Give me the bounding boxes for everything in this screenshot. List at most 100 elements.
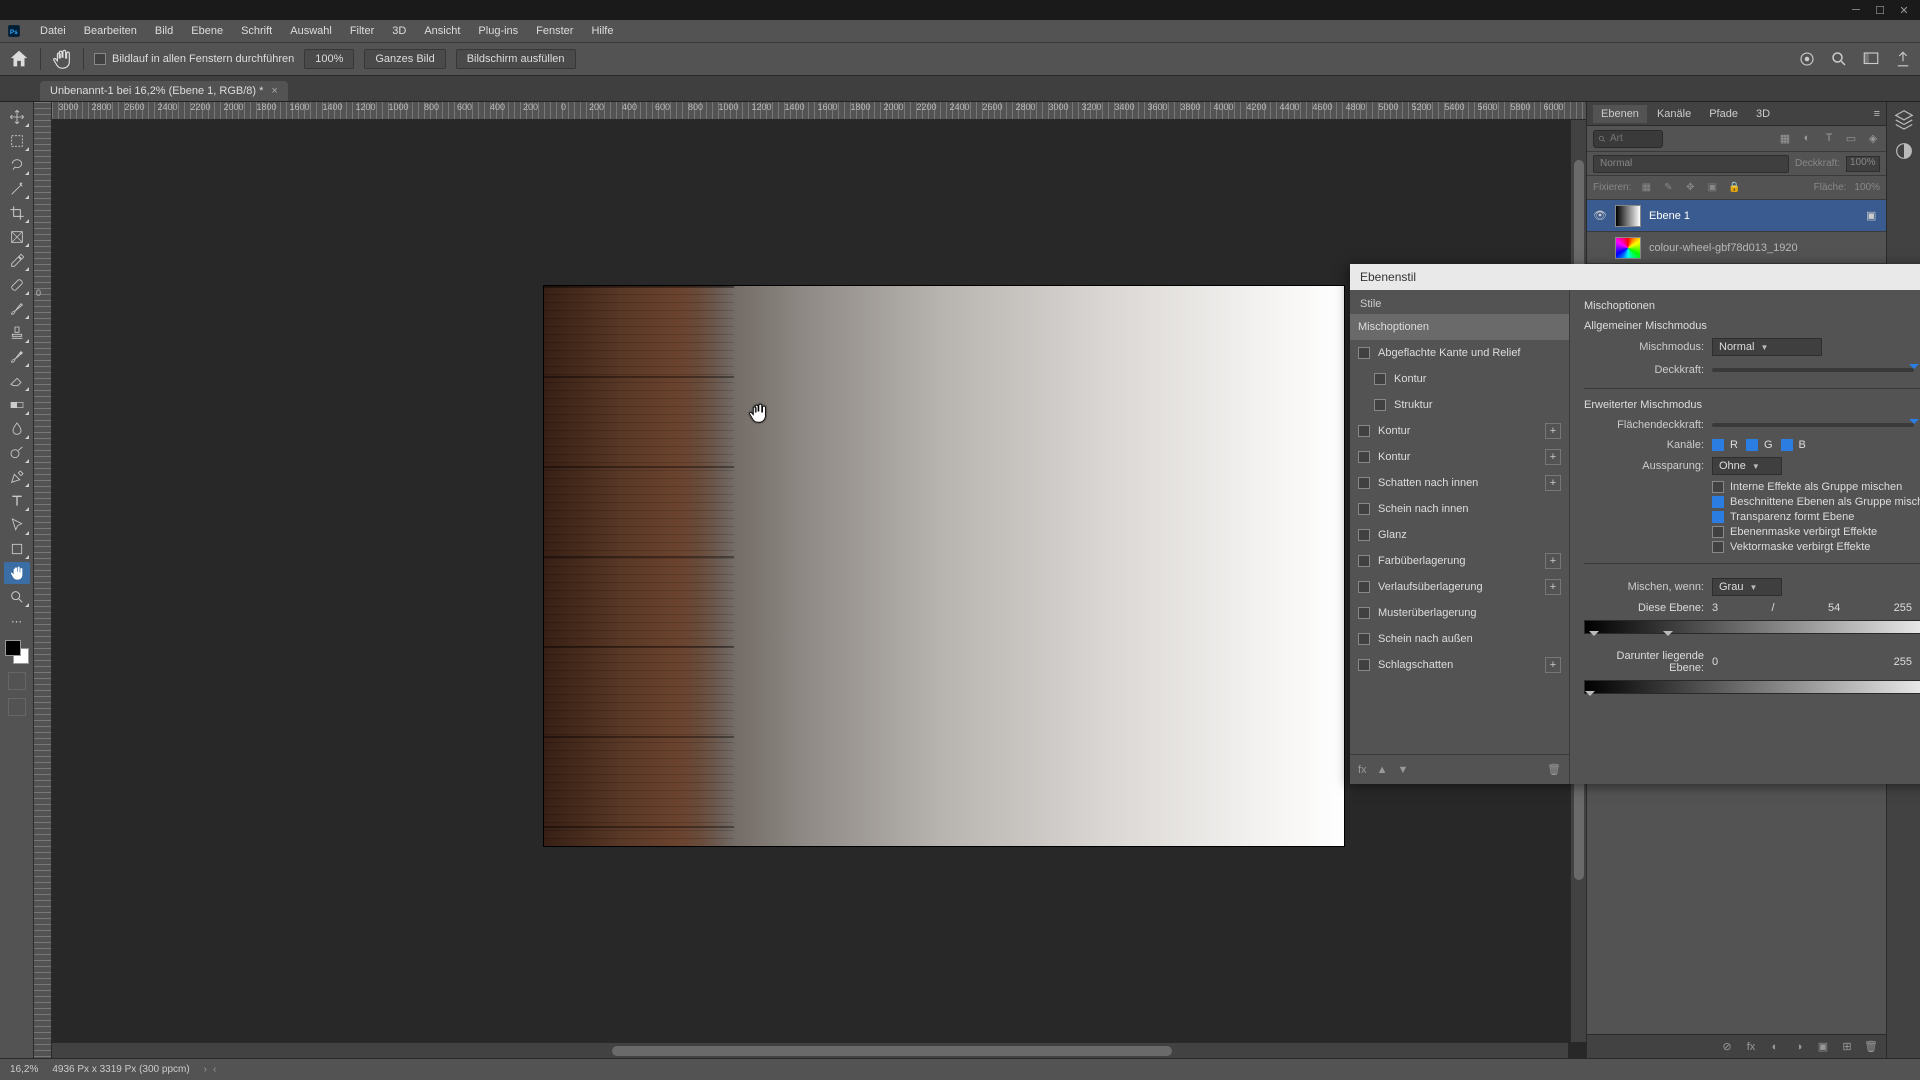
status-info[interactable]: 4936 Px x 3319 Px (300 ppcm) xyxy=(52,1064,189,1075)
tab-kanaele[interactable]: Kanäle xyxy=(1649,105,1699,123)
menu-hilfe[interactable]: Hilfe xyxy=(583,23,621,39)
channel-b-checkbox[interactable]: B xyxy=(1781,439,1806,451)
add-effect-icon[interactable]: + xyxy=(1545,553,1561,569)
opacity-slider[interactable] xyxy=(1712,368,1914,372)
path-select-tool[interactable] xyxy=(4,514,30,536)
blur-tool[interactable] xyxy=(4,418,30,440)
menu-bild[interactable]: Bild xyxy=(147,23,181,39)
window-close-button[interactable]: ✕ xyxy=(1894,3,1914,17)
checkbox-icon[interactable] xyxy=(1374,373,1386,385)
window-maximize-button[interactable]: ☐ xyxy=(1870,3,1890,17)
blend-mode-select[interactable]: Normal xyxy=(1593,155,1789,173)
style-row[interactable]: Verlaufsüberlagerung+ xyxy=(1350,574,1569,600)
document-tab[interactable]: Unbenannt-1 bei 16,2% (Ebene 1, RGB/8) *… xyxy=(40,81,288,101)
add-effect-icon[interactable]: + xyxy=(1545,475,1561,491)
cloud-docs-icon[interactable] xyxy=(1798,50,1816,68)
add-effect-icon[interactable]: + xyxy=(1545,579,1561,595)
move-down-icon[interactable]: ▼ xyxy=(1397,764,1408,776)
advanced-option-checkbox[interactable]: Ebenenmaske verbirgt Effekte xyxy=(1712,526,1920,538)
layer-search-input[interactable] xyxy=(1610,133,1658,144)
style-row[interactable]: Musterüberlagerung xyxy=(1350,600,1569,626)
checkbox-icon[interactable] xyxy=(1358,477,1370,489)
knockout-select[interactable]: Ohne ▼ xyxy=(1712,457,1782,475)
checkbox-icon[interactable] xyxy=(1358,529,1370,541)
fill-screen-button[interactable]: Bildschirm ausfüllen xyxy=(456,49,576,69)
checkbox-icon[interactable] xyxy=(1374,399,1386,411)
channel-g-checkbox[interactable]: G xyxy=(1746,439,1773,451)
add-effect-icon[interactable]: + xyxy=(1545,657,1561,673)
style-row[interactable]: Mischoptionen xyxy=(1350,314,1569,340)
checkbox-icon[interactable] xyxy=(1358,451,1370,463)
chevron-left-icon[interactable]: ‹ xyxy=(213,1064,216,1075)
layer-mask-icon[interactable]: ◐ xyxy=(1768,1041,1782,1053)
status-zoom[interactable]: 16,2% xyxy=(10,1064,38,1075)
filter-pixel-icon[interactable]: ▦ xyxy=(1778,132,1792,145)
type-tool[interactable] xyxy=(4,490,30,512)
lock-paint-icon[interactable]: ✎ xyxy=(1661,182,1675,193)
under-layer-gradient[interactable] xyxy=(1584,680,1920,694)
tab-pfade[interactable]: Pfade xyxy=(1701,105,1746,123)
workspace-icon[interactable] xyxy=(1862,50,1880,68)
layer-row[interactable]: colour-wheel-gbf78d013_1920 xyxy=(1587,232,1886,264)
menu-schrift[interactable]: Schrift xyxy=(233,23,280,39)
layer-name[interactable]: colour-wheel-gbf78d013_1920 xyxy=(1649,242,1880,254)
move-tool[interactable] xyxy=(4,106,30,128)
gradient-tool[interactable] xyxy=(4,394,30,416)
checkbox-icon[interactable] xyxy=(1358,607,1370,619)
history-brush-tool[interactable] xyxy=(4,346,30,368)
scrollbar-thumb[interactable] xyxy=(612,1046,1172,1056)
checkbox-icon[interactable] xyxy=(1358,555,1370,567)
fx-preset-icon[interactable]: fx xyxy=(1358,764,1367,776)
layer-style-dialog[interactable]: Ebenenstil Stile MischoptionenAbgeflacht… xyxy=(1350,264,1920,784)
style-row[interactable]: Struktur xyxy=(1350,392,1569,418)
horizontal-scrollbar[interactable] xyxy=(52,1042,1568,1058)
stamp-tool[interactable] xyxy=(4,322,30,344)
zoom-100-button[interactable]: 100% xyxy=(304,49,354,69)
lock-pixels-icon[interactable]: ▦ xyxy=(1639,182,1653,193)
checkbox-icon[interactable] xyxy=(1358,425,1370,437)
style-row[interactable]: Kontur xyxy=(1350,366,1569,392)
close-icon[interactable]: × xyxy=(271,85,277,97)
pen-tool[interactable] xyxy=(4,466,30,488)
advanced-option-checkbox[interactable]: Interne Effekte als Gruppe mischen xyxy=(1712,481,1920,493)
artboard[interactable] xyxy=(544,286,1344,846)
color-swatches[interactable] xyxy=(5,640,29,664)
checkbox-icon[interactable] xyxy=(1358,633,1370,645)
quickmask-button[interactable] xyxy=(8,672,26,690)
move-up-icon[interactable]: ▲ xyxy=(1377,764,1388,776)
zoom-tool[interactable] xyxy=(4,586,30,608)
menu-bearbeiten[interactable]: Bearbeiten xyxy=(76,23,145,39)
opacity-value[interactable]: 100% xyxy=(1846,156,1880,172)
search-icon[interactable] xyxy=(1830,50,1848,68)
foreground-color-swatch[interactable] xyxy=(5,640,21,656)
visibility-icon[interactable]: 👁 xyxy=(1593,209,1607,222)
layers-dock-icon[interactable] xyxy=(1893,108,1915,130)
checkbox-icon[interactable] xyxy=(1358,503,1370,515)
add-effect-icon[interactable]: + xyxy=(1545,449,1561,465)
style-row[interactable]: Kontur+ xyxy=(1350,444,1569,470)
wand-tool[interactable] xyxy=(4,178,30,200)
lock-all-icon[interactable]: 🔒 xyxy=(1727,182,1741,193)
tab-ebenen[interactable]: Ebenen xyxy=(1593,105,1647,123)
hand-tool[interactable] xyxy=(4,562,30,584)
scroll-all-windows-checkbox[interactable]: Bildlauf in allen Fenstern durchführen xyxy=(94,53,294,65)
marquee-tool[interactable] xyxy=(4,130,30,152)
add-effect-icon[interactable]: + xyxy=(1545,423,1561,439)
advanced-option-checkbox[interactable]: Transparenz formt Ebene xyxy=(1712,511,1920,523)
home-icon[interactable] xyxy=(8,48,30,70)
shape-tool[interactable] xyxy=(4,538,30,560)
menu-filter[interactable]: Filter xyxy=(342,23,382,39)
trash-icon[interactable]: 🗑 xyxy=(1547,763,1561,776)
group-icon[interactable]: ▣ xyxy=(1816,1040,1830,1053)
menu-3d[interactable]: 3D xyxy=(384,23,414,39)
style-row[interactable]: Schatten nach innen+ xyxy=(1350,470,1569,496)
lock-position-icon[interactable]: ✥ xyxy=(1683,182,1697,193)
layer-lock-icon[interactable]: ▣ xyxy=(1866,209,1880,222)
screenmode-button[interactable] xyxy=(8,698,26,716)
layer-thumbnail[interactable] xyxy=(1615,205,1641,227)
layer-name[interactable]: Ebene 1 xyxy=(1649,210,1858,222)
filter-adjust-icon[interactable]: ◐ xyxy=(1800,132,1814,145)
advanced-option-checkbox[interactable]: Vektormaske verbirgt Effekte xyxy=(1712,541,1920,553)
layer-row[interactable]: 👁 Ebene 1 ▣ xyxy=(1587,200,1886,232)
filter-smart-icon[interactable]: ◈ xyxy=(1866,132,1880,145)
